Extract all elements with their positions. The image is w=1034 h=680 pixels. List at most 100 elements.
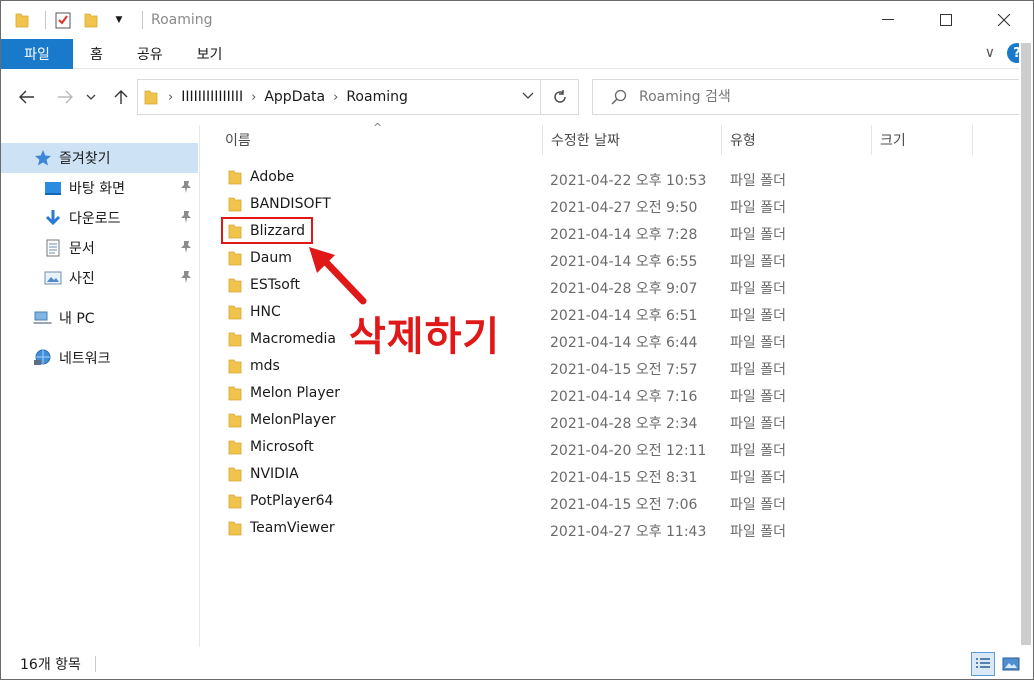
search-box[interactable] [592,79,1023,115]
file-name: Daum [250,250,292,266]
nav-documents[interactable]: 문서 [1,233,198,263]
pin-icon[interactable] [180,210,192,228]
breadcrumb-appdata[interactable]: AppData [264,89,325,105]
maximize-button[interactable] [917,1,975,39]
column-header-name[interactable]: 이름 [217,125,543,155]
annotation-arrow-icon [309,247,367,305]
address-history-dropdown-icon[interactable] [522,88,534,102]
close-button[interactable] [975,1,1033,39]
folder-icon [228,439,242,455]
file-name-cell[interactable]: Daum [228,250,292,266]
pin-icon[interactable] [180,270,192,288]
file-row[interactable]: TeamViewer 2021-04-27 오후 11:43 파일 폴더 [201,516,1021,543]
tab-share[interactable]: 공유 [120,39,180,69]
new-folder-icon[interactable] [80,9,102,31]
nav-this-pc[interactable]: 내 PC [1,303,198,333]
file-name: HNC [250,304,281,320]
download-icon [43,208,63,228]
nav-label: 네트워크 [59,351,111,367]
file-type: 파일 폴더 [730,254,786,270]
pin-icon[interactable] [180,180,192,198]
file-type: 파일 폴더 [730,362,786,378]
file-date: 2021-04-14 오후 6:51 [550,308,698,324]
chevron-right-icon[interactable]: › [333,90,338,105]
file-type: 파일 폴더 [730,173,786,189]
file-name-cell[interactable]: ESTsoft [228,277,300,293]
file-name-cell[interactable]: Macromedia [228,331,336,347]
file-name-cell[interactable]: TeamViewer [228,520,335,536]
nav-pictures[interactable]: 사진 [1,263,198,293]
folder-icon [228,304,242,320]
large-icons-view-button[interactable] [999,652,1023,676]
chevron-right-icon[interactable]: › [168,90,173,105]
file-name-cell[interactable]: Melon Player [228,385,340,401]
file-name-cell[interactable]: BANDISOFT [228,196,331,212]
nav-desktop[interactable]: 바탕 화면 [1,173,198,203]
file-type: 파일 폴더 [730,227,786,243]
tab-file[interactable]: 파일 [1,38,73,69]
back-button[interactable] [13,83,41,111]
file-name: Microsoft [250,439,314,455]
file-name: NVIDIA [250,466,299,482]
details-view-button[interactable] [971,652,995,676]
file-name-cell[interactable]: MelonPlayer [228,412,336,428]
breadcrumb-user[interactable]: IIIIIIIIIIIIIII [181,89,243,105]
file-row[interactable]: Adobe 2021-04-22 오후 10:53 파일 폴더 [201,165,1021,192]
file-explorer-window: ▼ Roaming 파일 홈 공유 보기 ∨ ? › IIIIIIIIIIIII… [0,0,1034,680]
up-button[interactable] [107,83,135,111]
file-row[interactable]: mds 2021-04-15 오전 7:57 파일 폴더 [201,354,1021,381]
tab-home[interactable]: 홈 [73,39,120,69]
file-date: 2021-04-15 오전 7:06 [550,497,698,513]
file-row[interactable]: NVIDIA 2021-04-15 오전 8:31 파일 폴더 [201,462,1021,489]
column-header-size[interactable]: 크기 [872,125,973,155]
nav-network[interactable]: 네트워크 [1,343,198,373]
picture-icon [43,268,63,288]
customize-dropdown-icon[interactable]: ▼ [108,9,130,31]
nav-quick-access[interactable]: 즐겨찾기 [1,143,198,173]
file-row[interactable]: MelonPlayer 2021-04-28 오후 2:34 파일 폴더 [201,408,1021,435]
file-name-cell[interactable]: NVIDIA [228,466,299,482]
file-name-cell[interactable]: Microsoft [228,439,314,455]
search-input[interactable] [639,89,999,105]
file-name: BANDISOFT [250,196,331,212]
file-name-cell[interactable]: HNC [228,304,281,320]
chevron-right-icon[interactable]: › [251,90,256,105]
status-divider [94,656,96,672]
file-row[interactable]: Macromedia 2021-04-14 오후 6:44 파일 폴더 [201,327,1021,354]
file-name: Melon Player [250,385,341,401]
file-row[interactable]: Microsoft 2021-04-20 오전 12:11 파일 폴더 [201,435,1021,462]
file-type: 파일 폴더 [730,443,786,459]
nav-label: 바탕 화면 [69,181,125,197]
title-bar: ▼ Roaming [1,1,1033,39]
folder-icon [228,493,242,509]
recent-locations-button[interactable] [81,83,101,111]
folder-icon [228,412,242,428]
file-name-cell[interactable]: mds [228,358,280,374]
properties-icon[interactable] [52,9,74,31]
column-header-type[interactable]: 유형 [722,125,872,155]
file-type: 파일 폴더 [730,524,786,540]
item-count: 16개 항목 [20,657,81,673]
pin-icon[interactable] [180,240,192,258]
refresh-button[interactable] [541,79,579,115]
file-name-cell[interactable]: Adobe [228,169,294,185]
nav-downloads[interactable]: 다운로드 [1,203,198,233]
file-date: 2021-04-15 오전 7:57 [550,362,698,378]
minimize-button[interactable] [859,1,917,39]
file-type: 파일 폴더 [730,308,786,324]
file-name-cell[interactable]: PotPlayer64 [228,493,333,509]
breadcrumb-roaming[interactable]: Roaming [346,89,408,105]
tab-view[interactable]: 보기 [180,39,240,69]
file-row[interactable]: PotPlayer64 2021-04-15 오전 7:06 파일 폴더 [201,489,1021,516]
address-bar[interactable]: › IIIIIIIIIIIIIII › AppData › Roaming [137,79,541,115]
file-date: 2021-04-14 오후 6:55 [550,254,698,270]
scrollbar-thumb[interactable] [1021,43,1031,645]
star-icon [33,148,53,168]
vertical-scrollbar[interactable] [1019,41,1033,647]
file-name: ESTsoft [250,277,300,293]
forward-button[interactable] [51,83,79,111]
file-row[interactable]: Melon Player 2021-04-14 오후 7:16 파일 폴더 [201,381,1021,408]
expand-ribbon-icon[interactable]: ∨ [985,45,995,61]
file-row[interactable]: BANDISOFT 2021-04-27 오전 9:50 파일 폴더 [201,192,1021,219]
column-header-date[interactable]: 수정한 날짜 [543,125,722,155]
